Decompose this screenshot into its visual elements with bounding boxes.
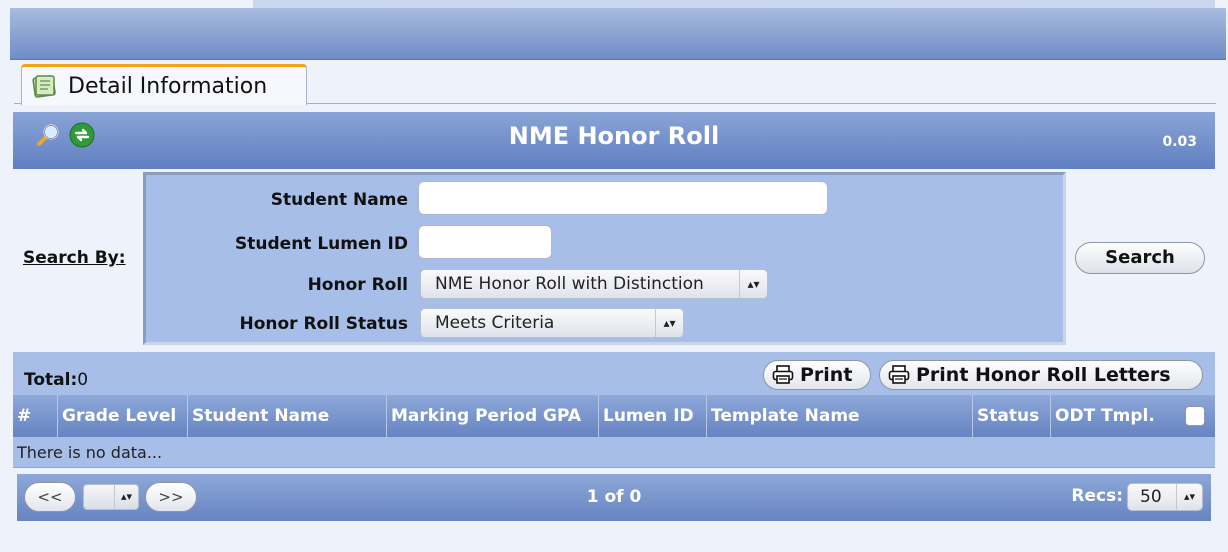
lumen-id-label: Student Lumen ID <box>235 234 408 254</box>
results-toolbar: Total:0 Print Print Honor Roll Letters <box>13 352 1215 395</box>
panel-title: NME Honor Roll <box>508 122 720 150</box>
column-header-number[interactable]: # <box>13 395 58 437</box>
search-criteria-box: Student Name Student Lumen ID Honor Roll… <box>143 172 1066 345</box>
pager-bar: << ▴▾ >> 1 of 0 Recs: 50 ▴▾ <box>17 474 1211 521</box>
top-banner <box>10 8 1226 60</box>
search-by-label: Search By: <box>23 248 126 268</box>
column-header-grade-level[interactable]: Grade Level <box>58 395 188 437</box>
select-all-checkbox[interactable] <box>1185 406 1205 426</box>
printer-icon <box>772 365 794 384</box>
search-button[interactable]: Search <box>1075 242 1205 274</box>
total-count: Total:0 <box>24 370 88 390</box>
print-button-label: Print <box>800 364 853 386</box>
student-name-input[interactable] <box>418 181 828 215</box>
honor-roll-status-select[interactable]: Meets Criteria ▴▾ <box>420 308 684 338</box>
status-selected: Meets Criteria <box>435 313 555 333</box>
column-header-odt-tmpl[interactable]: ODT Tmpl. <box>1051 395 1171 437</box>
column-header-template-name[interactable]: Template Name <box>707 395 973 437</box>
panel-header: NME Honor Roll 0.03 <box>13 112 1215 169</box>
table-header: # Grade Level Student Name Marking Perio… <box>13 395 1215 437</box>
honor-roll-select[interactable]: NME Honor Roll with Distinction ▴▾ <box>420 269 768 299</box>
print-button[interactable]: Print <box>763 360 871 390</box>
honor-roll-selected: NME Honor Roll with Distinction <box>435 274 704 294</box>
empty-message: There is no data... <box>13 437 1215 468</box>
recs-value: 50 <box>1140 487 1162 507</box>
select-arrows-icon: ▴▾ <box>655 309 683 337</box>
notepad-icon <box>30 73 58 99</box>
honor-roll-label: Honor Roll <box>307 275 408 295</box>
select-arrows-icon: ▴▾ <box>1176 484 1202 510</box>
records-per-page-select[interactable]: 50 ▴▾ <box>1127 483 1203 511</box>
column-header-lumen-id[interactable]: Lumen ID <box>599 395 707 437</box>
column-header-marking-period-gpa[interactable]: Marking Period GPA <box>387 395 599 437</box>
select-arrows-icon: ▴▾ <box>739 270 767 298</box>
page-info: 1 of 0 <box>586 487 642 507</box>
column-header-student-name[interactable]: Student Name <box>188 395 387 437</box>
top-strip <box>253 0 1215 8</box>
student-name-label: Student Name <box>270 190 408 210</box>
tab-label: Detail Information <box>68 73 268 99</box>
total-value: 0 <box>77 370 89 390</box>
recs-label: Recs: <box>1071 486 1123 506</box>
honor-roll-status-label: Honor Roll Status <box>239 314 408 334</box>
version-label: 0.03 <box>1162 134 1197 150</box>
printer-icon <box>888 365 910 384</box>
total-label: Total: <box>24 370 78 390</box>
column-header-status[interactable]: Status <box>973 395 1051 437</box>
lumen-id-input[interactable] <box>418 225 552 259</box>
print-honor-roll-letters-button[interactable]: Print Honor Roll Letters <box>879 360 1203 390</box>
print-letters-label: Print Honor Roll Letters <box>916 364 1171 386</box>
tab-detail-information[interactable]: Detail Information <box>21 64 307 105</box>
